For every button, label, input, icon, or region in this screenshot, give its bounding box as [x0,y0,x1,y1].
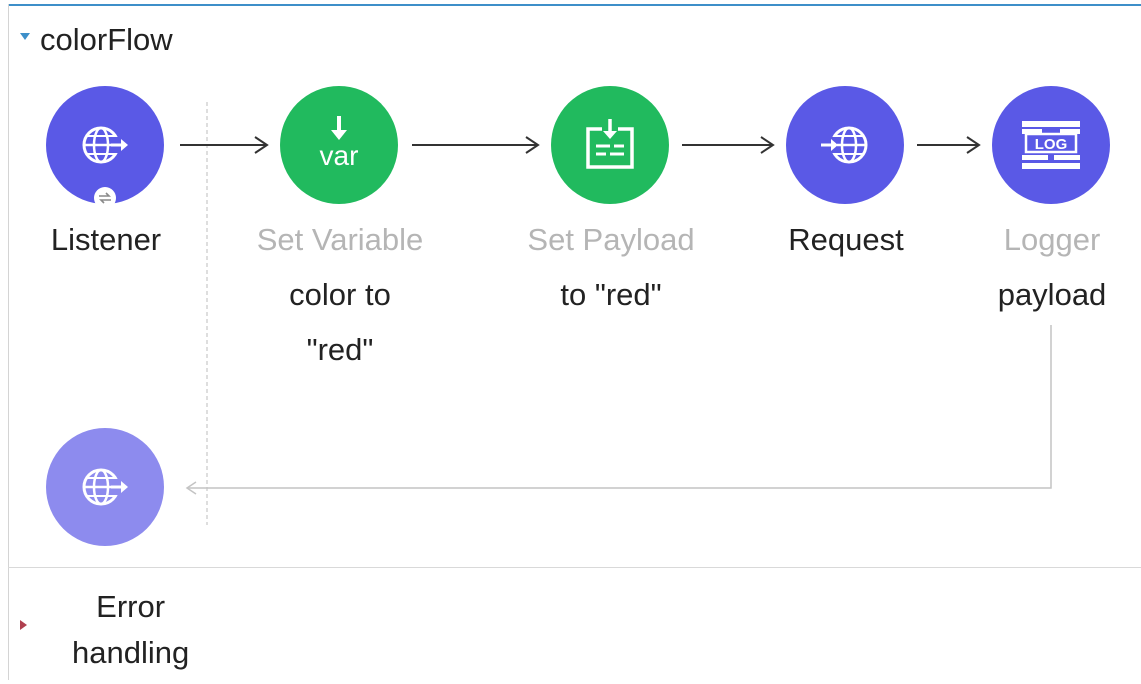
error-handling-header[interactable]: Error handling [72,584,189,676]
set-payload-label-line-1: Set Payload [527,222,695,257]
set-variable-label-line-1: Set Variable [256,222,424,257]
set-variable-label-line-2: color to [289,277,391,312]
request-label-line-1: Request [788,222,904,257]
set-variable-icon-circle[interactable]: var [280,86,398,204]
request-label: Request [746,212,946,267]
request-icon-circle[interactable] [786,86,904,204]
node-listener[interactable]: Listener [46,86,166,286]
logger-label-line-1: Logger [1003,222,1101,257]
logger-label: Logger payload [932,212,1141,322]
listener-icon-circle[interactable] [46,86,164,209]
arrow-set-variable-to-set-payload [412,136,540,154]
globe-outbound-icon [821,126,868,164]
flow-left-border [8,4,9,680]
error-handling-label-line-1: Error [96,589,166,624]
set-payload-label-line-2: to "red" [560,277,662,312]
var-icon-text: var [320,140,359,171]
listener-label-line-1: Listener [50,222,162,257]
listener-label: Listener [26,212,186,267]
expand-triangle-icon[interactable] [20,620,27,630]
listener-response-icon-circle[interactable] [46,428,164,546]
flow-header[interactable]: colorFlow [20,20,173,60]
globe-inbound-icon [82,126,128,164]
set-variable-label: Set Variable color to "red" [220,212,460,377]
node-request[interactable]: Request [786,86,906,286]
set-variable-icon: var [320,116,359,171]
flow-canvas: colorFlow Listener var Set Variable colo… [0,0,1141,684]
connector-config-icon [94,187,116,209]
set-variable-label-line-3: "red" [306,332,374,367]
set-payload-label: Set Payload to "red" [491,212,731,322]
log-icon-text: LOG [1035,136,1068,153]
logger-label-line-2: payload [997,277,1107,312]
set-payload-icon-circle[interactable] [551,86,669,204]
node-set-variable[interactable]: var Set Variable color to "red" [257,86,423,376]
node-listener-response[interactable] [46,428,166,548]
logger-icon-circle[interactable]: LOG [992,86,1110,204]
arrow-listener-to-set-variable [180,136,269,154]
node-logger[interactable]: LOG Logger payload [992,86,1112,326]
set-payload-icon [586,119,634,169]
collapse-triangle-icon[interactable] [20,32,30,40]
error-handling-label-line-2: handling [72,635,190,670]
flow-top-border [8,4,1141,6]
globe-response-icon [82,468,128,506]
arrow-set-payload-to-request [682,136,775,154]
log-icon: LOG [1022,121,1080,169]
error-handling-divider [8,567,1141,568]
flow-title: colorFlow [40,22,173,57]
node-set-payload[interactable]: Set Payload to "red" [527,86,695,326]
arrow-request-to-logger [917,136,981,154]
